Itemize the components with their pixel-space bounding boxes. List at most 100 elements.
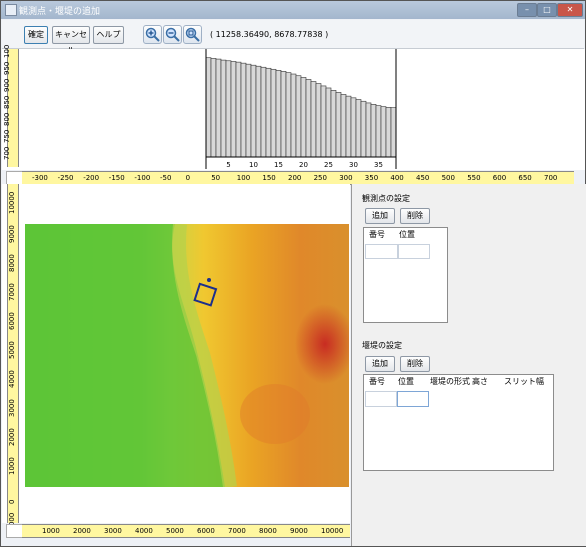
profile-x-tick-label: 20 [299,161,308,169]
coordinate-readout: ( 11258.36490, 8678.77838 ) [210,30,329,39]
left-ruler-label: 7000 [8,283,16,301]
left-ruler-label: 6000 [8,312,16,330]
zoom-out-icon [165,27,180,42]
left-ruler-label: 3000 [8,399,16,417]
top-ruler-label: 400 [390,174,404,182]
profile-bar [305,79,312,158]
top-ruler-label: 650 [518,174,532,182]
profile-bar [375,105,382,158]
weir-col-type: 堰堤の形式 [430,377,470,386]
weir-col-slit-width: スリット幅 [504,377,544,386]
bottom-ruler: 1000 2000 3000 4000 5000 6000 7000 8000 9000 1000… [22,524,365,538]
top-ruler-label: 600 [492,174,507,182]
profile-x-tick-label: 30 [349,161,358,169]
weir-add-button[interactable]: 追加 [365,356,395,372]
zoom-fit-icon [185,27,200,42]
profile-bar [295,75,302,158]
profile-bar [365,102,372,158]
profile-panel: 100 950 900 850 800 750 700 5 10 15 20 25 30 35 [2,45,585,170]
profile-bar [330,90,337,158]
zoom-in-button[interactable] [143,25,162,44]
weir-col-position: 位置 [398,377,414,386]
profile-bar [325,87,332,158]
title-bar: 観測点・堰堤の追加 – □ ✕ [1,1,585,19]
window-title: 観測点・堰堤の追加 [19,7,101,17]
profile-bar [350,97,357,158]
profile-x-tick-label: 35 [374,161,383,169]
profile-x-tick-label: 25 [324,161,333,169]
top-ruler-label: -200 [83,174,100,182]
top-ruler-label: 350 [364,174,379,182]
map-view[interactable]: 10000 9000 8000 7000 6000 5000 4000 3000 2000 100… [2,184,350,533]
profile-bar [275,69,282,158]
top-ruler-label: -300 [32,174,48,182]
top-ruler-label: 550 [467,174,481,182]
top-ruler-label: 450 [416,174,430,182]
bottom-ruler-label: 10000 [321,527,344,535]
app-icon [5,4,17,16]
profile-bar [255,65,262,158]
bottom-ruler-label: 7000 [228,527,246,535]
maximize-button[interactable]: □ [537,3,557,17]
confirm-button[interactable]: 確定 [24,26,48,44]
profile-bar [315,83,322,158]
toolbar: 確定 キャンセル ヘルプ ( 11258.36490, 8678.77838 ) [2,20,584,55]
weir-cell[interactable] [397,391,429,407]
profile-bar [215,58,222,158]
left-ruler-label: 5000 [8,341,16,359]
top-ruler-label: 200 [288,174,302,182]
profile-bar [225,60,232,158]
profile-x-tick-label: 15 [274,161,283,169]
settings-panel: 観測点の設定 追加 削除 番号 位置 堰堤の設定 追加 削除 番号 位置 堰堤の… [351,184,586,546]
profile-bar [345,95,352,158]
profile-bar [340,94,347,158]
profile-bar [380,106,387,158]
profile-bar [245,63,252,158]
cancel-button[interactable]: キャンセル [52,26,90,55]
profile-bar [370,103,377,158]
profile-bar [280,71,287,158]
top-ruler-label: -250 [57,174,74,182]
profile-x-tick-label: 10 [249,161,258,169]
bottom-ruler-label: 9000 [290,527,308,535]
left-ruler-label: 2000 [8,428,16,446]
profile-bar [205,57,212,158]
left-ruler-label: 10000 [8,191,16,214]
zoom-fit-button[interactable] [183,25,202,44]
top-ruler-label: -100 [134,174,151,182]
profile-bar [270,68,277,158]
weir-cell[interactable] [365,391,397,407]
observation-cell[interactable] [398,244,430,259]
top-ruler-label: 250 [313,174,327,182]
weir-delete-button[interactable]: 削除 [400,356,430,372]
top-ruler: -300 -250 -200 -150 -100 -50 0 50 100 150 200 250 30… [22,171,574,185]
bottom-ruler-label: 6000 [197,527,215,535]
minimize-button[interactable]: – [517,3,537,17]
profile-bar [250,64,257,158]
observation-col-position: 位置 [399,230,415,239]
profile-bar [210,58,217,158]
weir-table[interactable]: 番号 位置 堰堤の形式 高さ スリット幅 [363,374,554,471]
bottom-ruler-label: 3000 [104,527,122,535]
profile-bar [285,72,292,158]
profile-bar [300,77,307,158]
close-button[interactable]: ✕ [557,3,583,17]
zoom-out-button[interactable] [163,25,182,44]
observation-delete-button[interactable]: 削除 [400,208,430,224]
weir-group-title: 堰堤の設定 [362,341,402,350]
observation-add-button[interactable]: 追加 [365,208,395,224]
profile-bar [290,73,297,158]
profile-bar [335,92,342,158]
profile-chart: 5 10 15 20 25 30 35 [205,49,397,169]
help-button[interactable]: ヘルプ [93,26,124,44]
terrain-map[interactable] [25,224,349,487]
weir-col-number: 番号 [369,377,385,386]
bottom-ruler-label: 1000 [42,527,60,535]
profile-bar [230,61,237,158]
bottom-ruler-label: 5000 [166,527,184,535]
left-ruler-label: 9000 [8,225,16,243]
left-ruler-label: 8000 [8,254,16,272]
observation-cell[interactable] [365,244,398,259]
observation-table[interactable]: 番号 位置 [363,227,448,323]
profile-bar [320,85,327,158]
